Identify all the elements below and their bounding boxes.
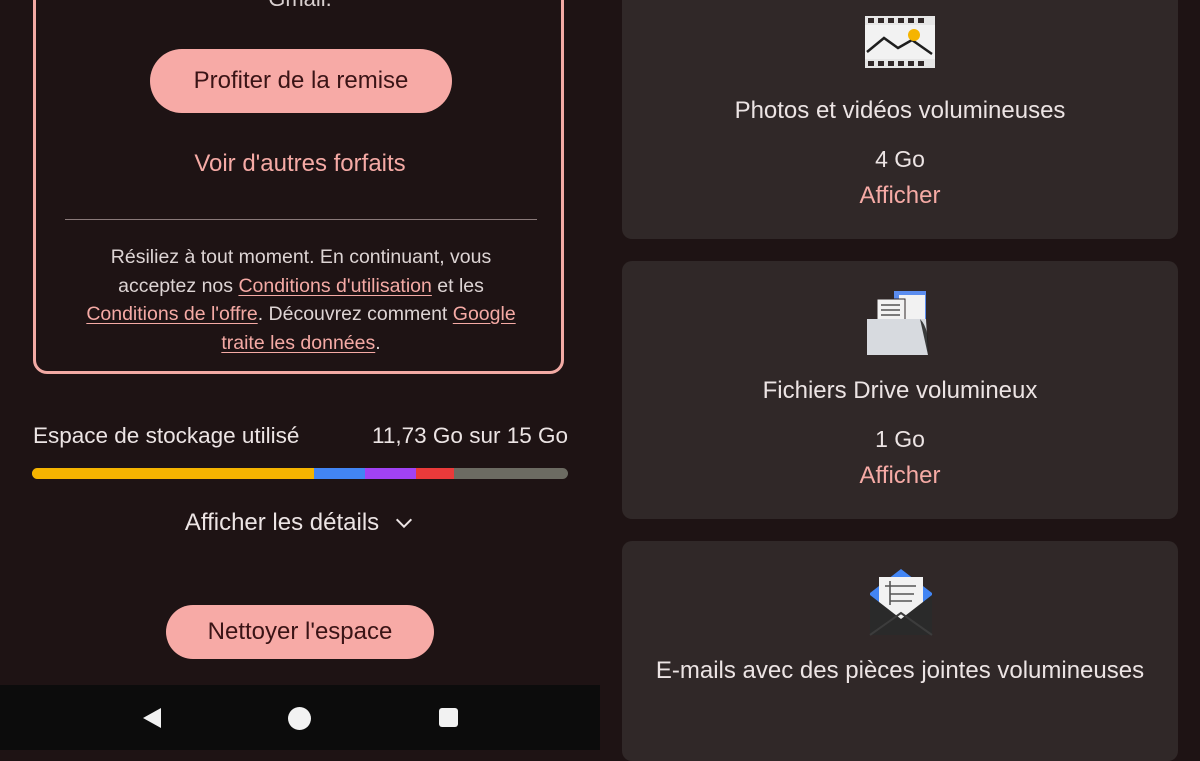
large-photos-videos-card[interactable]: Photos et vidéos volumineuses 4 Go Affic…	[622, 0, 1178, 239]
storage-value: 11,73 Go sur 15 Go	[372, 423, 568, 448]
storage-segment	[416, 468, 454, 479]
clean-space-button[interactable]: Nettoyer l'espace	[166, 605, 434, 659]
storage-usage-bar	[32, 468, 568, 479]
recents-icon[interactable]	[439, 708, 458, 727]
card-title: Fichiers Drive volumineux	[762, 377, 1038, 404]
card-title: Photos et vidéos volumineuses	[734, 97, 1066, 124]
android-nav-bar	[0, 685, 600, 750]
storage-label: Espace de stockage utilisé	[33, 423, 300, 448]
home-icon[interactable]	[288, 707, 311, 730]
card-size: 1 Go	[875, 426, 925, 452]
photo-film-icon	[865, 16, 935, 68]
chevron-down-icon	[396, 518, 413, 529]
terms-text-part: .	[375, 331, 381, 354]
show-details-label: Afficher les détails	[184, 509, 380, 536]
terms-text-part: . Découvrez comment	[257, 303, 453, 325]
terms-text-part: et les	[431, 274, 484, 297]
back-icon[interactable]	[141, 707, 163, 729]
storage-segment	[32, 468, 315, 479]
show-photos-videos-link[interactable]: Afficher	[622, 182, 1178, 210]
storage-panel: Gmail. Profiter de la remise Voir d'autr…	[0, 0, 600, 750]
divider	[65, 219, 537, 220]
drive-folder-icon	[867, 291, 929, 355]
card-title: E-mails avec des pièces jointes volumine…	[655, 657, 1145, 684]
email-attachment-icon	[869, 569, 933, 636]
offer-terms-link[interactable]: Conditions de l'offre	[86, 303, 257, 325]
card-size: 4 Go	[875, 146, 925, 172]
storage-segment	[365, 468, 417, 479]
other-plans-link[interactable]: Voir d'autres forfaits	[0, 150, 600, 178]
large-email-attachments-card[interactable]: E-mails avec des pièces jointes volumine…	[622, 541, 1178, 761]
terms-text: Résiliez à tout moment. En continuant, v…	[70, 243, 532, 357]
storage-segment	[314, 468, 366, 479]
discount-button[interactable]: Profiter de la remise	[150, 49, 452, 113]
show-drive-files-link[interactable]: Afficher	[622, 462, 1178, 490]
terms-of-service-link[interactable]: Conditions d'utilisation	[238, 275, 431, 297]
show-details-toggle[interactable]: Afficher les détails	[0, 509, 600, 537]
large-drive-files-card[interactable]: Fichiers Drive volumineux 1 Go Afficher	[622, 261, 1178, 519]
